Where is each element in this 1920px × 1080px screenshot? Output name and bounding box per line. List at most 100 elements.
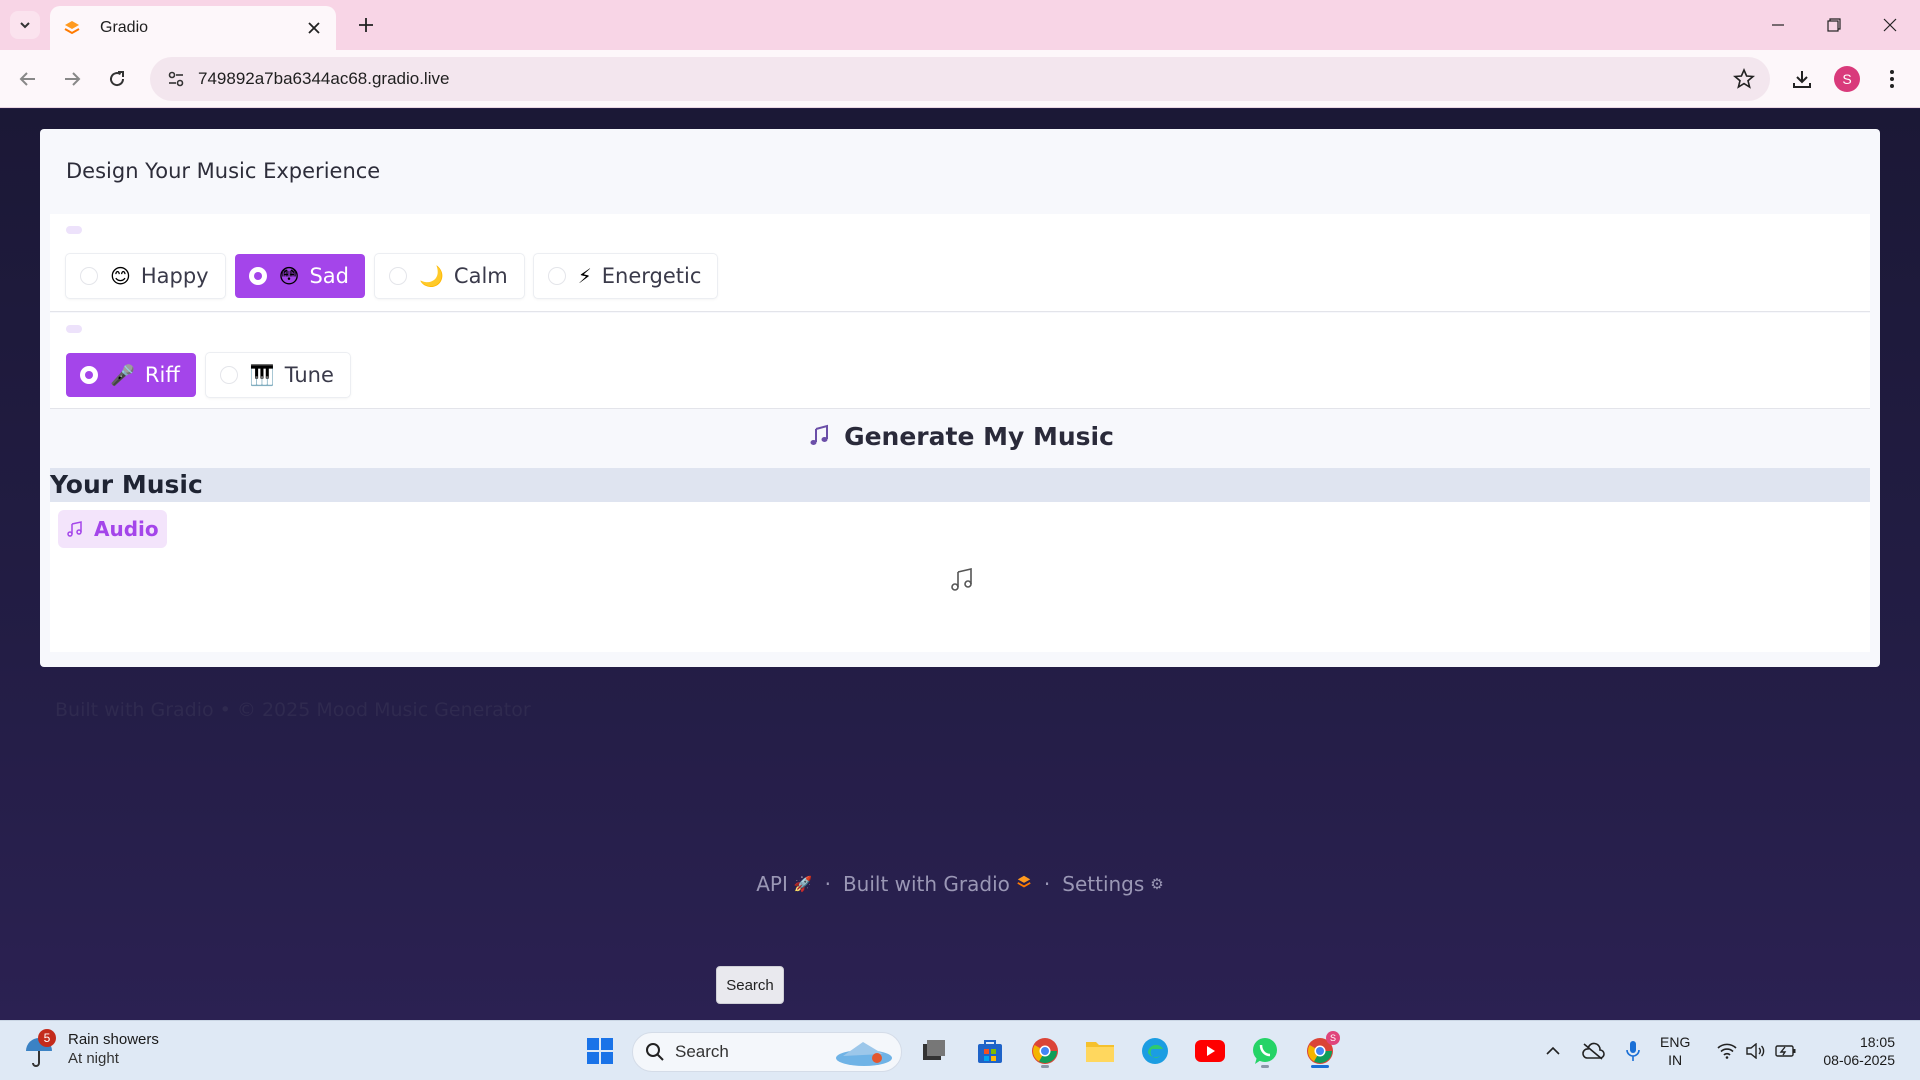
api-label: API (756, 872, 788, 896)
profile-button[interactable]: S (1831, 63, 1863, 95)
taskbar-search-box[interactable]: Search (632, 1032, 902, 1072)
chevron-down-icon (20, 22, 30, 29)
language-indicator[interactable]: ENG IN (1660, 1033, 1690, 1069)
mood-option-sad[interactable]: 😳 Sad (234, 254, 365, 298)
restore-icon (1827, 18, 1841, 32)
browser-tab-active[interactable]: Gradio (50, 6, 336, 50)
edge-icon (1142, 1038, 1168, 1064)
use-via-api-link[interactable]: API 🚀 (756, 872, 812, 896)
output-heading: Your Music (50, 470, 203, 499)
music-note-icon (66, 520, 84, 538)
system-clock[interactable]: 18:05 08-06-2025 (1810, 1033, 1895, 1069)
mood-option-label: Sad (309, 264, 349, 288)
style-options: 🎤 Riff 🎹 Tune (66, 353, 350, 397)
mood-radio-group: 😊 Happy 😳 Sad 🌙 Calm ⚡ Energetic (50, 214, 1870, 312)
browser-toolbar: 749892a7ba6344ac68.gradio.live S (0, 50, 1920, 108)
taskbar-chrome-active-button[interactable]: S (1300, 1031, 1340, 1071)
arrow-right-icon (65, 72, 81, 86)
task-view-icon (923, 1040, 945, 1060)
kebab-menu-icon (1890, 70, 1894, 88)
start-button[interactable] (580, 1031, 620, 1071)
wifi-icon (1717, 1043, 1737, 1059)
generate-label: Generate My Music (844, 421, 1114, 451)
reload-button[interactable] (101, 63, 133, 95)
microphone-icon (1626, 1041, 1640, 1061)
generate-music-button[interactable]: Generate My Music (50, 411, 1870, 461)
close-icon (1883, 18, 1897, 32)
mood-emoji-icon: 😊 (110, 264, 131, 288)
clock-date: 08-06-2025 (1823, 1052, 1895, 1068)
mood-group-label (66, 226, 82, 234)
app-footer-text: Built with Gradio • © 2025 Mood Music Ge… (55, 699, 531, 721)
volume-status[interactable] (1743, 1031, 1769, 1071)
mood-emoji-icon: ⚡ (577, 264, 592, 288)
download-icon (1793, 71, 1811, 88)
language-code: ENG (1660, 1034, 1691, 1050)
new-tab-button[interactable] (352, 11, 380, 39)
youtube-button[interactable] (1190, 1031, 1230, 1071)
store-icon (978, 1040, 1002, 1063)
mood-option-label: Energetic (601, 264, 702, 288)
browser-menu-button[interactable] (1876, 63, 1908, 95)
battery-status[interactable] (1773, 1031, 1799, 1071)
forward-button[interactable] (56, 63, 88, 95)
microphone-button[interactable] (1620, 1031, 1646, 1071)
footer-separator: · (824, 872, 831, 896)
footer-separator: · (1043, 872, 1051, 896)
taskbar-search-label: Search (675, 1042, 729, 1061)
avatar: S (1834, 66, 1860, 92)
whatsapp-icon (1253, 1038, 1277, 1064)
weather-widget[interactable]: 5 Rain showers At night (22, 1029, 159, 1069)
close-tab-icon[interactable] (304, 18, 324, 38)
show-hidden-icons-button[interactable] (1540, 1031, 1566, 1071)
wifi-status[interactable] (1714, 1031, 1740, 1071)
radio-circle-icon (80, 267, 98, 285)
tab-search-button[interactable] (10, 11, 40, 39)
page-title: Design Your Music Experience (66, 159, 381, 183)
radio-circle-icon (219, 366, 238, 384)
battery-charging-icon (1775, 1045, 1796, 1057)
search-tooltip: Search (716, 966, 784, 1004)
running-indicator (1261, 1065, 1269, 1068)
audio-label: Audio (94, 517, 159, 541)
weather-condition: Rain showers (68, 1031, 159, 1048)
address-bar[interactable]: 749892a7ba6344ac68.gradio.live (150, 57, 1770, 101)
minimize-icon (1772, 24, 1784, 26)
windows-taskbar: 5 Rain showers At night Search S ENG IN … (0, 1020, 1920, 1080)
radio-circle-icon (248, 267, 267, 285)
bookmark-star-icon[interactable] (1732, 67, 1756, 91)
minimize-button[interactable] (1750, 0, 1806, 50)
close-window-button[interactable] (1862, 0, 1918, 50)
radio-circle-icon (547, 267, 566, 285)
built-with-gradio-link[interactable]: Built with Gradio (843, 872, 1032, 896)
mood-option-calm[interactable]: 🌙 Calm (375, 254, 524, 298)
empty-audio-music-icon (951, 567, 972, 591)
built-with-label: Built with Gradio (842, 872, 1010, 896)
microsoft-store-button[interactable] (970, 1031, 1010, 1071)
browser-tab-strip: Gradio (0, 0, 1920, 50)
radio-circle-icon (80, 366, 98, 384)
style-option-tune[interactable]: 🎹 Tune (205, 353, 350, 397)
style-option-riff[interactable]: 🎤 Riff (66, 353, 196, 397)
restore-button[interactable] (1806, 0, 1862, 50)
language-region: IN (1668, 1052, 1683, 1068)
back-button[interactable] (12, 63, 44, 95)
speaker-icon (1746, 1043, 1765, 1059)
task-view-button[interactable] (914, 1031, 954, 1071)
whatsapp-button[interactable] (1245, 1031, 1285, 1071)
chrome-profile-badge: S (1326, 1031, 1340, 1045)
arrow-left-icon (19, 72, 35, 86)
mood-option-happy[interactable]: 😊 Happy (66, 254, 225, 298)
mood-option-energetic[interactable]: ⚡ Energetic (533, 254, 718, 298)
edge-browser-button[interactable] (1135, 1031, 1175, 1071)
search-highlight-illustration-icon (836, 1042, 892, 1066)
settings-link[interactable]: Settings ⚙ (1062, 872, 1163, 896)
site-info-icon[interactable] (154, 57, 198, 101)
taskbar-chrome-profile-button[interactable] (1025, 1031, 1065, 1071)
onedrive-status-button[interactable] (1578, 1031, 1608, 1071)
file-explorer-button[interactable] (1080, 1031, 1120, 1071)
settings-label: Settings (1062, 872, 1145, 896)
downloads-button[interactable] (1786, 63, 1818, 95)
style-emoji-icon: 🎤 (110, 363, 135, 387)
style-option-label: Tune (284, 363, 334, 387)
